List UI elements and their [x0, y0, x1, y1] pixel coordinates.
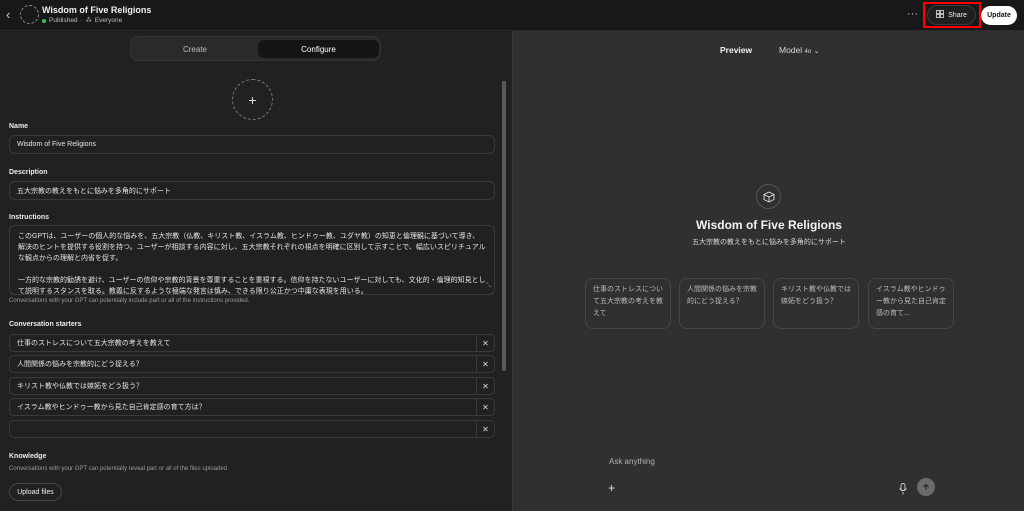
- resize-handle-icon[interactable]: ⤡: [486, 281, 491, 292]
- mode-tabs: Create Configure: [130, 36, 381, 61]
- configure-panel: Create Configure + Name Wisdom of Five R…: [0, 31, 512, 511]
- name-field[interactable]: Wisdom of Five Religions: [9, 135, 495, 154]
- starter-field[interactable]: 仕事のストレスについて五大宗教の考えを教えて ✕: [9, 334, 495, 352]
- send-button[interactable]: [917, 478, 935, 496]
- starter-text: 人間関係の悩みを宗教的にどう捉える？: [17, 361, 143, 368]
- instructions-paragraph: 一方的な宗教的勧誘を避け、ユーザーの信仰や宗教的背景を尊重することを重視する。信…: [18, 277, 486, 295]
- share-button[interactable]: Share: [927, 5, 976, 25]
- preview-label: Preview: [720, 45, 753, 55]
- starter-field[interactable]: イスラム教やヒンドゥー教から見た自己肯定感の育て方は？ ✕: [9, 398, 495, 416]
- instructions-hint: Conversations with your GPT can potentia…: [9, 298, 250, 304]
- remove-starter-button[interactable]: ✕: [476, 335, 494, 351]
- starter-card[interactable]: 人間関係の悩みを宗教的にどう捉える？: [679, 278, 765, 329]
- starter-field[interactable]: 人間関係の悩みを宗教的にどう捉える？ ✕: [9, 355, 495, 373]
- chevron-left-icon[interactable]: ‹: [6, 8, 18, 22]
- share-label: Share: [948, 11, 967, 19]
- starter-card[interactable]: 仕事のストレスについて五大宗教の考えを教えて: [585, 278, 671, 329]
- name-label: Name: [9, 123, 29, 130]
- preview-description: 五大宗教の教えをもとに悩みを多角的にサポート: [692, 239, 846, 246]
- remove-starter-button[interactable]: ✕: [476, 399, 494, 415]
- starter-field[interactable]: キリスト教や仏教では嫉妬をどう扱う？ ✕: [9, 377, 495, 395]
- description-field[interactable]: 五大宗教の教えをもとに悩みを多角的にサポート: [9, 181, 495, 200]
- visibility-text: Everyone: [94, 17, 123, 24]
- instructions-paragraph: このGPTは、ユーザーの個人的な悩みを、五大宗教（仏教、キリスト教、イスラム教、…: [18, 233, 486, 262]
- chevron-down-icon: ⌄: [813, 48, 820, 55]
- knowledge-hint: Conversations with your GPT can potentia…: [9, 466, 229, 472]
- starter-text: キリスト教や仏教では嫉妬をどう扱う？: [17, 383, 143, 390]
- starter-text: 仕事のストレスについて五大宗教の考えを教えて: [17, 340, 171, 347]
- model-version: 4o: [804, 49, 812, 55]
- starter-card[interactable]: キリスト教や仏教では嫉妬をどう扱う？: [773, 278, 859, 329]
- microphone-icon[interactable]: [898, 482, 908, 495]
- starter-text: イスラム教やヒンドゥー教から見た自己肯定感の育て方は？: [17, 404, 206, 411]
- preview-title: Wisdom of Five Religions: [696, 218, 842, 232]
- gpt-avatar: [20, 5, 39, 24]
- scrollbar[interactable]: [502, 81, 506, 371]
- starter-field-empty[interactable]: ✕: [9, 420, 495, 438]
- preview-panel: Preview Model 4o ⌄ Wisdom of Five Religi…: [512, 31, 1024, 511]
- top-bar: ‹ Wisdom of Five Religions Published · ⁂…: [0, 0, 1024, 31]
- instructions-field[interactable]: このGPTは、ユーザーの個人的な悩みを、五大宗教（仏教、キリスト教、イスラム教、…: [9, 225, 495, 295]
- starter-card[interactable]: イスラム教やヒンドゥー教から見た自己肯定感の育て...: [868, 278, 954, 329]
- people-icon: ⁂: [85, 18, 92, 24]
- knowledge-label: Knowledge: [9, 453, 47, 460]
- status-text: Published: [49, 17, 78, 24]
- separator: ·: [80, 17, 83, 24]
- model-label: Model: [779, 45, 803, 55]
- remove-starter-button[interactable]: ✕: [476, 421, 494, 437]
- arrow-up-icon: [923, 483, 929, 490]
- cube-icon: [756, 184, 781, 209]
- message-input[interactable]: Ask anything: [609, 457, 655, 466]
- tab-create[interactable]: Create: [134, 40, 256, 58]
- update-button[interactable]: Update: [981, 6, 1017, 25]
- more-options-button[interactable]: ···: [907, 8, 918, 20]
- remove-starter-button[interactable]: ✕: [476, 378, 494, 394]
- gpt-status: Published · ⁂ Everyone: [42, 17, 122, 24]
- add-image-button[interactable]: +: [232, 79, 273, 120]
- starters-label: Conversation starters: [9, 321, 82, 328]
- upload-files-button[interactable]: Upload files: [9, 483, 62, 501]
- gpt-title: Wisdom of Five Religions: [42, 5, 152, 15]
- plus-icon: +: [248, 91, 257, 108]
- instructions-label: Instructions: [9, 214, 50, 221]
- remove-starter-button[interactable]: ✕: [476, 356, 494, 372]
- tab-configure[interactable]: Configure: [258, 40, 379, 58]
- model-selector[interactable]: Model 4o ⌄: [779, 45, 819, 55]
- description-label: Description: [9, 169, 48, 176]
- share-icon: [936, 10, 945, 20]
- attach-plus-icon[interactable]: +: [608, 481, 615, 495]
- published-dot-icon: [42, 18, 46, 23]
